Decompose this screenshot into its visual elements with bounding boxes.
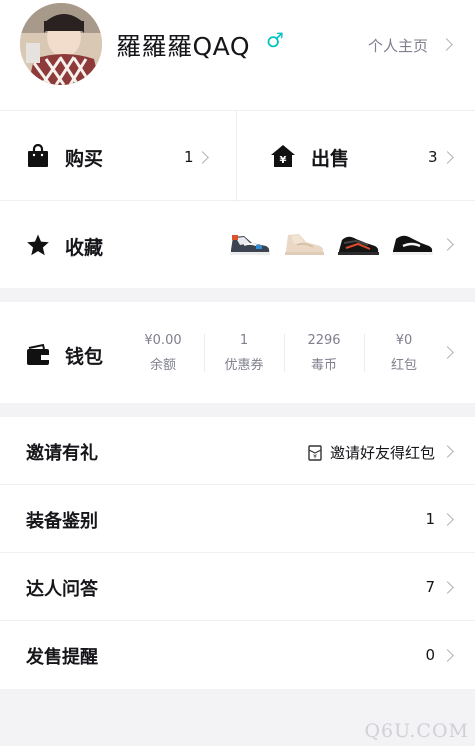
sneaker-thumbnail[interactable]: [390, 231, 434, 257]
red-envelope-icon: ¥: [308, 444, 322, 461]
sneaker-thumbnail[interactable]: [282, 231, 326, 257]
star-icon: [27, 234, 49, 256]
coin-label: 毒币: [310, 358, 337, 373]
balance-stat[interactable]: ¥0.00 余额: [123, 333, 203, 373]
sell-entry[interactable]: ¥ 出售 3: [237, 111, 475, 201]
chevron-right-icon: [441, 151, 454, 164]
username: 羅羅羅QAQ: [116, 32, 251, 61]
coupon-value: 1: [239, 333, 249, 348]
chevron-right-icon: [440, 38, 453, 51]
avatar-photo: [20, 3, 102, 85]
favorites-row[interactable]: 收藏: [0, 201, 475, 288]
store-icon: ¥: [271, 145, 295, 167]
sell-label: 出售: [311, 148, 350, 170]
invite-promo: ¥ 邀请好友得红包: [308, 442, 435, 463]
invite-promo-text: 邀请好友得红包: [329, 444, 435, 462]
list-item-qa[interactable]: 达人问答 7: [0, 553, 475, 621]
coin-value: 2296: [307, 333, 341, 348]
red-packet-label: 红包: [390, 358, 417, 373]
profile-header[interactable]: 羅羅羅QAQ ♂ 个人主页: [0, 0, 475, 111]
chevron-right-icon: [441, 581, 454, 594]
gender-male-icon: ♂: [266, 28, 284, 52]
watermark: Q6U.COM: [364, 720, 469, 742]
menu-list: 邀请有礼 ¥ 邀请好友得红包 装备鉴别 1 达人问答 7 发售提醒 0: [0, 417, 475, 689]
chevron-right-icon: [441, 445, 454, 458]
sneaker-thumbnail[interactable]: [228, 231, 272, 257]
coupon-label: 优惠券: [224, 358, 264, 373]
orders-row: 购买 1 ¥ 出售 3: [0, 111, 475, 201]
identify-label: 装备鉴别: [26, 511, 98, 532]
wallet-icon: [27, 343, 49, 365]
svg-text:¥: ¥: [280, 155, 287, 166]
chevron-right-icon: [196, 151, 209, 164]
buy-label: 购买: [65, 148, 104, 170]
chevron-right-icon: [441, 513, 454, 526]
chevron-right-icon: [441, 238, 454, 251]
wallet-row[interactable]: 钱包 ¥0.00 余额 1 优惠券 2296 毒币 ¥0 红包: [0, 302, 475, 403]
red-packet-value: ¥0: [395, 333, 413, 348]
qa-count: 7: [425, 578, 435, 596]
identify-count: 1: [425, 510, 435, 528]
invite-label: 邀请有礼: [26, 443, 98, 464]
qa-label: 达人问答: [26, 579, 98, 600]
buy-count: 1: [184, 148, 194, 166]
coin-stat[interactable]: 2296 毒币: [284, 333, 364, 373]
list-item-invite[interactable]: 邀请有礼 ¥ 邀请好友得红包: [0, 417, 475, 485]
svg-text:¥: ¥: [313, 453, 317, 460]
balance-value: ¥0.00: [144, 333, 182, 348]
list-item-identify[interactable]: 装备鉴别 1: [0, 485, 475, 553]
favorites-label: 收藏: [65, 237, 104, 259]
buy-entry[interactable]: 购买 1: [0, 111, 236, 201]
release-reminder-label: 发售提醒: [26, 647, 98, 668]
list-item-release-reminder[interactable]: 发售提醒 0: [0, 621, 475, 689]
chevron-right-icon: [441, 649, 454, 662]
homepage-link[interactable]: 个人主页: [368, 35, 428, 56]
sneaker-thumbnail[interactable]: [336, 231, 380, 257]
release-reminder-count: 0: [425, 646, 435, 664]
shopping-bag-icon: [28, 144, 48, 167]
red-packet-stat[interactable]: ¥0 红包: [364, 333, 444, 373]
wallet-label: 钱包: [65, 346, 104, 368]
sell-count: 3: [428, 148, 438, 166]
avatar[interactable]: [20, 3, 102, 85]
coupon-stat[interactable]: 1 优惠券: [204, 333, 284, 373]
balance-label: 余额: [149, 358, 176, 373]
